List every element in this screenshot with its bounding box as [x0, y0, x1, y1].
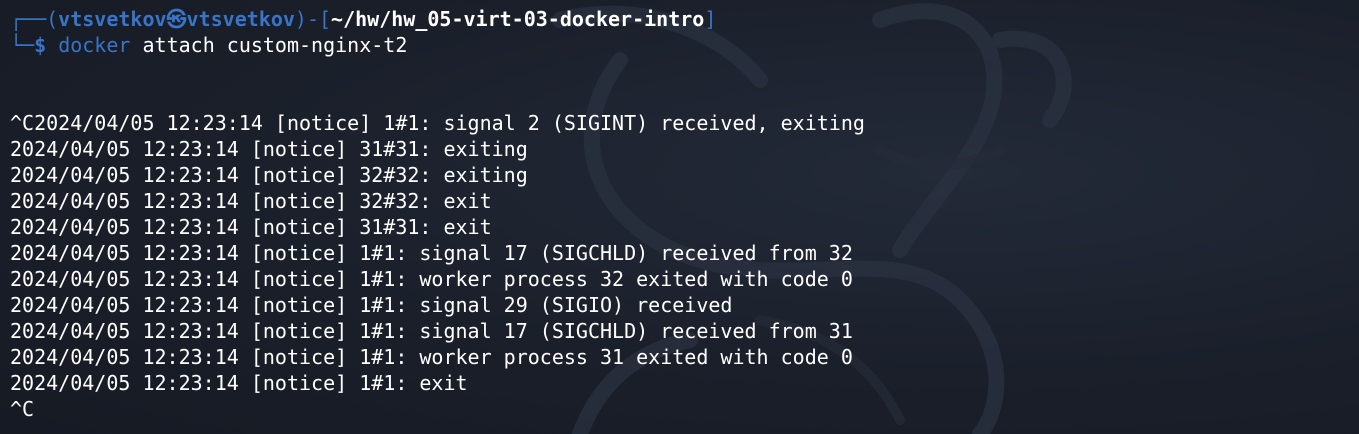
prompt-separator: ㉿	[166, 7, 187, 31]
prompt-symbol: $	[34, 33, 47, 57]
command-args: attach custom-nginx-t2	[142, 33, 408, 57]
output-line: 2024/04/05 12:23:14 [notice] 31#31: exit…	[10, 137, 528, 161]
output-line: 2024/04/05 12:23:14 [notice] 31#31: exit	[10, 215, 492, 239]
output-line: 2024/04/05 12:23:14 [notice] 1#1: signal…	[10, 241, 853, 265]
output-line: 2024/04/05 12:23:14 [notice] 1#1: worker…	[10, 267, 853, 291]
prompt-line-top: ┌──(vtsvetkov㉿vtsvetkov)-[~/hw/hw_05-vir…	[10, 6, 1359, 32]
output-line: 2024/04/05 12:23:14 [notice] 32#32: exit…	[10, 163, 528, 187]
prompt-frame-mid: )-[	[294, 7, 332, 31]
prompt-frame-top-left: ┌──(	[10, 7, 59, 31]
output-line: 2024/04/05 12:23:14 [notice] 1#1: signal…	[10, 293, 733, 317]
output-line: 2024/04/05 12:23:14 [notice] 1#1: signal…	[10, 319, 853, 343]
output-line: ^C	[10, 397, 35, 421]
prompt-user: vtsvetkov	[58, 7, 167, 31]
command-name: docker	[58, 33, 131, 57]
output-line: ^C2024/04/05 12:23:14 [notice] 1#1: sign…	[10, 111, 865, 135]
terminal-content: ┌──(vtsvetkov㉿vtsvetkov)-[~/hw/hw_05-vir…	[10, 6, 1359, 422]
terminal-window[interactable]: ┌──(vtsvetkov㉿vtsvetkov)-[~/hw/hw_05-vir…	[0, 0, 1359, 434]
prompt-line-command: └─$ docker attach custom-nginx-t2	[10, 32, 1359, 58]
output-line: 2024/04/05 12:23:14 [notice] 1#1: exit	[10, 371, 468, 395]
prompt-frame-close: ]	[704, 7, 717, 31]
output-line: 2024/04/05 12:23:14 [notice] 32#32: exit	[10, 189, 492, 213]
prompt-frame-bottom-left: └─	[10, 33, 35, 57]
output-line: 2024/04/05 12:23:14 [notice] 1#1: worker…	[10, 345, 853, 369]
prompt-cwd: ~/hw/hw_05-virt-03-docker-intro	[331, 7, 705, 31]
prompt-host: vtsvetkov	[186, 7, 295, 31]
